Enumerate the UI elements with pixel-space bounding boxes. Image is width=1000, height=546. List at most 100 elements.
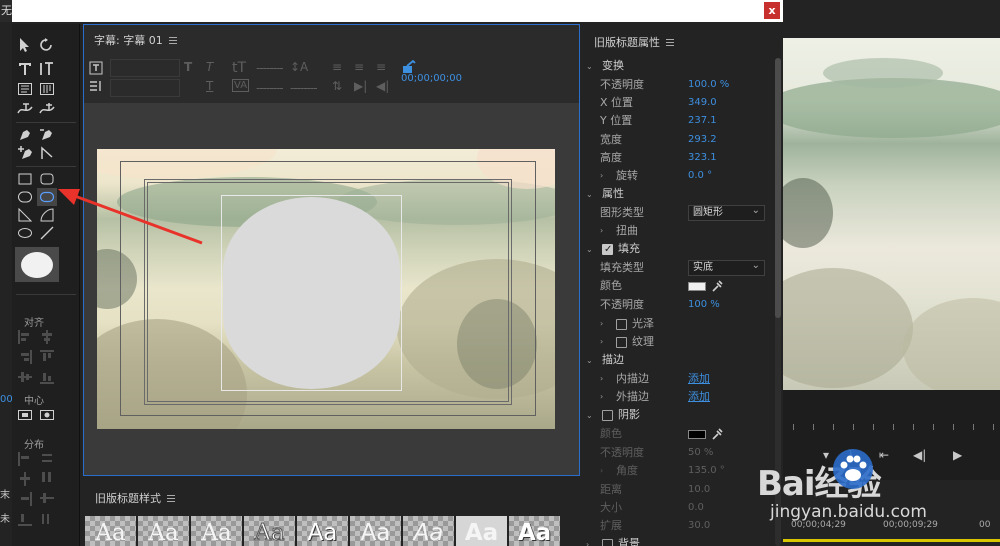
- eyedropper-icon[interactable]: [711, 279, 723, 293]
- style-swatch[interactable]: Aa: [509, 516, 560, 546]
- leading-icon[interactable]: ↕A: [290, 60, 308, 74]
- vertical-path-type-tool-icon[interactable]: [37, 100, 57, 118]
- rounded-rectangle-tool-icon[interactable]: [37, 170, 57, 188]
- shape-type-dropdown[interactable]: 圆矩形: [688, 204, 765, 221]
- attributes-section[interactable]: ⌄ 属性: [582, 185, 772, 203]
- expand-caret-icon[interactable]: ›: [586, 536, 589, 546]
- shadow-color-swatch[interactable]: [688, 430, 706, 439]
- texture-checkbox[interactable]: [616, 337, 627, 348]
- distribute-button[interactable]: [18, 492, 32, 506]
- close-button[interactable]: x: [764, 2, 780, 19]
- sheen-checkbox[interactable]: [616, 319, 627, 330]
- font-size-value[interactable]: --------: [256, 61, 284, 75]
- fill-color-swatch[interactable]: [688, 282, 706, 291]
- align-left-button[interactable]: [18, 330, 32, 344]
- distribute-button[interactable]: [18, 472, 32, 486]
- fill-opacity-value[interactable]: 100 %: [688, 296, 720, 314]
- distribute-button[interactable]: [18, 452, 32, 466]
- align-text-center-icon[interactable]: ≡: [354, 60, 364, 74]
- add-inner-stroke-link[interactable]: 添加: [688, 370, 710, 388]
- expand-caret-icon[interactable]: ›: [600, 222, 603, 240]
- convert-anchor-tool-icon[interactable]: [37, 144, 57, 162]
- style-swatch[interactable]: Aa: [85, 516, 136, 546]
- add-outer-stroke-link[interactable]: 添加: [688, 388, 710, 406]
- align-bottom-button[interactable]: [40, 370, 54, 384]
- expand-caret-icon[interactable]: ›: [600, 370, 603, 388]
- font-family-field[interactable]: [110, 59, 180, 77]
- vertical-type-tool-icon[interactable]: [37, 60, 57, 78]
- kerning-icon[interactable]: VA: [232, 79, 250, 92]
- clipped-rectangle-tool-icon[interactable]: [15, 188, 35, 206]
- bold-icon[interactable]: T: [184, 60, 192, 74]
- kerning-value[interactable]: --------: [256, 81, 284, 95]
- add-anchor-tool-icon[interactable]: [15, 144, 35, 162]
- distribute-button[interactable]: [40, 452, 54, 466]
- panel-menu-icon[interactable]: [167, 494, 175, 502]
- align-text-right-icon[interactable]: ≡: [376, 60, 386, 74]
- rounded-corner-tool-icon[interactable]: [37, 188, 57, 206]
- style-swatch[interactable]: Aa: [138, 516, 189, 546]
- background-video-timecode[interactable]: 00;00;00;00: [401, 73, 462, 84]
- texture-row[interactable]: › 纹理: [582, 333, 772, 351]
- font-size-icon[interactable]: tT: [232, 60, 246, 76]
- background-checkbox[interactable]: [602, 539, 613, 546]
- ellipse-tool-icon[interactable]: [15, 224, 35, 242]
- delete-anchor-tool-icon[interactable]: [37, 126, 57, 144]
- y-position-value[interactable]: 237.1: [688, 112, 717, 130]
- style-swatch[interactable]: Aa: [403, 516, 454, 546]
- center-horizontal-button[interactable]: [15, 406, 35, 424]
- collapse-caret-icon[interactable]: ⌄: [586, 58, 593, 76]
- align-text-left-icon[interactable]: ≡: [332, 60, 342, 74]
- step-back-icon[interactable]: ◀|: [913, 448, 926, 462]
- tab-stops-icon[interactable]: [86, 77, 106, 95]
- expand-caret-icon[interactable]: ›: [600, 333, 603, 351]
- style-swatch[interactable]: Aa: [191, 516, 242, 546]
- style-swatch[interactable]: Aa: [350, 516, 401, 546]
- height-value[interactable]: 323.1: [688, 149, 717, 167]
- new-title-icon[interactable]: [86, 59, 106, 77]
- background-section[interactable]: › 背景: [582, 535, 772, 546]
- align-middle-vertical-button[interactable]: [18, 370, 32, 384]
- distribute-button[interactable]: [40, 512, 54, 526]
- play-icon[interactable]: ▶: [953, 448, 962, 462]
- distribute-button[interactable]: [40, 472, 54, 486]
- panel-menu-icon[interactable]: [168, 36, 177, 44]
- fill-type-dropdown[interactable]: 实底: [688, 259, 765, 276]
- pen-tool-icon[interactable]: [15, 126, 35, 144]
- distribute-button[interactable]: [40, 492, 54, 506]
- style-swatch[interactable]: Aa: [456, 516, 507, 546]
- eyedropper-icon[interactable]: [711, 427, 723, 441]
- tab-icon[interactable]: ▶|: [354, 79, 367, 93]
- italic-icon[interactable]: T: [206, 60, 213, 74]
- center-vertical-button[interactable]: [37, 406, 57, 424]
- fill-checkbox[interactable]: [602, 241, 613, 259]
- leading-value[interactable]: --------: [290, 81, 318, 95]
- font-style-field[interactable]: [110, 79, 180, 97]
- style-swatch[interactable]: Aa: [297, 516, 348, 546]
- rotation-row[interactable]: › 旋转 0.0 °: [582, 167, 772, 185]
- distribute-button[interactable]: [18, 512, 32, 526]
- rotation-value[interactable]: 0.0 °: [688, 167, 712, 185]
- collapse-caret-icon[interactable]: ⌄: [586, 407, 593, 425]
- rotation-tool-icon[interactable]: [37, 36, 57, 54]
- collapse-caret-icon[interactable]: ⌄: [586, 352, 593, 370]
- collapse-caret-icon[interactable]: ⌄: [586, 241, 593, 259]
- sheen-row[interactable]: › 光泽: [582, 315, 772, 333]
- rounded-shape-object[interactable]: [223, 197, 400, 389]
- title-canvas-area[interactable]: [84, 103, 579, 475]
- align-top-button[interactable]: [40, 350, 54, 364]
- vertical-area-type-tool-icon[interactable]: [37, 80, 57, 98]
- type-tool-icon[interactable]: [15, 60, 35, 78]
- shadow-checkbox[interactable]: [602, 410, 613, 421]
- arc-tool-icon[interactable]: [37, 206, 57, 224]
- line-tool-icon[interactable]: [37, 224, 57, 242]
- align-right-button[interactable]: [18, 350, 32, 364]
- collapse-caret-icon[interactable]: ⌄: [586, 186, 593, 204]
- x-position-value[interactable]: 349.0: [688, 94, 717, 112]
- width-value[interactable]: 293.2: [688, 131, 717, 149]
- wedge-tool-icon[interactable]: [15, 206, 35, 224]
- shadow-section[interactable]: ⌄ 阴影: [582, 406, 772, 424]
- roll-crawl-icon[interactable]: ⇅: [332, 79, 342, 93]
- area-type-tool-icon[interactable]: [15, 80, 35, 98]
- tab-icon[interactable]: ◀|: [376, 79, 389, 93]
